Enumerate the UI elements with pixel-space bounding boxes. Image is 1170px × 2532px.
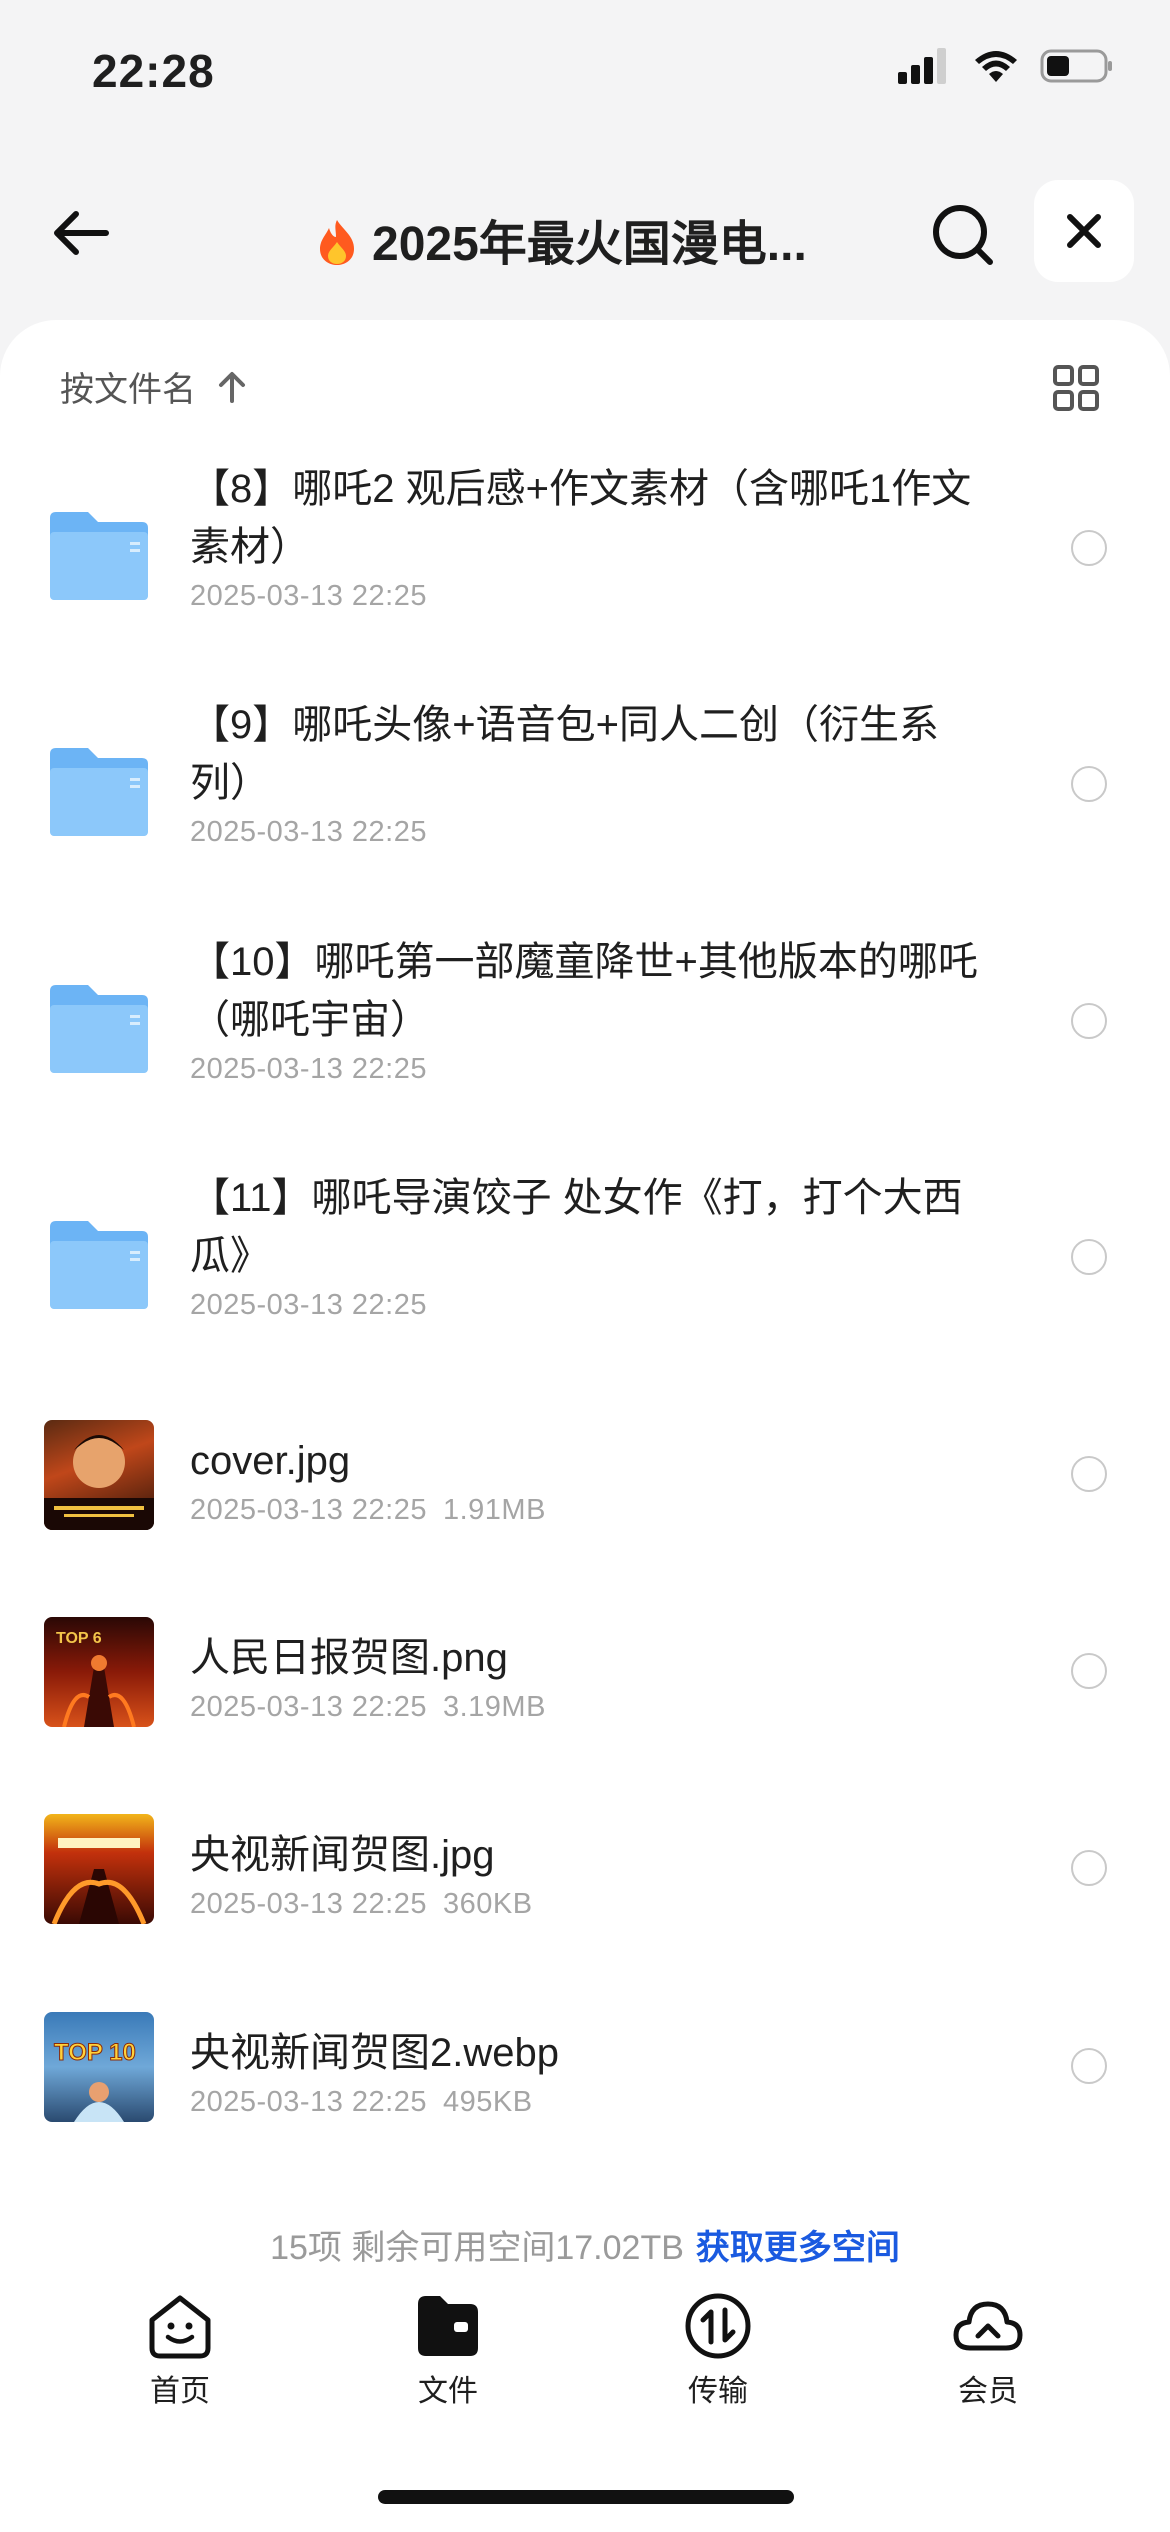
file-size: 1.91MB [442,1494,546,1526]
list-item[interactable]: 【10】哪吒第一部魔童降世+其他版本的哪吒（哪吒宇宙） 2025-03-13 2… [0,933,1170,1163]
select-radio[interactable] [1071,766,1107,802]
image-thumbnail-art: TOP 10 [54,2039,136,2122]
status-bar: 22:28 [0,0,1170,140]
tab-membership[interactable]: 会员 [898,2290,1078,2410]
tab-transfer[interactable]: 传输 [628,2290,808,2410]
status-time: 22:28 [92,45,215,97]
home-indicator [378,2490,794,2504]
file-date: 2025-03-13 22:25 [190,1691,427,1723]
nav-bar: 2025年最火国漫电... [0,170,1170,300]
smile-face-icon [149,2295,211,2359]
battery-icon [1040,49,1112,83]
file-date: 2025-03-13 22:25 [190,580,427,612]
file-name: cover.jpg [190,1439,351,1483]
fire-icon [320,220,354,265]
tab-home[interactable]: 首页 [90,2290,270,2410]
tab-label: 文件 [418,2375,478,2408]
select-radio[interactable] [1071,1456,1107,1492]
select-radio[interactable] [1071,1653,1107,1689]
folder-icon [50,985,148,1073]
image-thumbnail [44,1814,154,1924]
file-size: 3.19MB [442,1691,546,1723]
select-radio[interactable] [1071,1003,1107,1039]
file-date: 2025-03-13 22:25 [190,1888,427,1920]
file-name: 央视新闻贺图.jpg [190,1833,495,1877]
close-button[interactable] [1034,180,1134,282]
tab-bar: 首页 文件 传输 会员 [0,2280,1170,2480]
search-icon [933,205,993,265]
file-name: 【11】哪吒导演饺子 处女作《打，打个大西瓜》 [190,1176,963,1278]
grid-view-button[interactable] [1052,364,1100,412]
file-meta: 2025-03-13 22:25 [190,1289,990,1322]
file-size: 360KB [442,1888,533,1920]
page-title-text: 2025年最火国漫电... [372,218,807,271]
image-thumbnail [44,1420,154,1530]
image-thumbnail: TOP 6 [44,1617,154,1727]
thumbnail-text: TOP 10 [54,2039,136,2066]
back-button[interactable] [48,198,118,268]
image-thumbnail-art [51,1838,147,1924]
file-name: 【10】哪吒第一部魔童降世+其他版本的哪吒（哪吒宇宙） [190,940,978,1042]
file-meta: 2025-03-13 22:25 495KB [190,2086,990,2119]
file-date: 2025-03-13 22:25 [190,816,427,848]
list-item[interactable]: cover.jpg 2025-03-13 22:25 1.91MB [0,1420,1170,1580]
file-meta: 2025-03-13 22:25 3.19MB [190,1691,990,1724]
tab-label: 会员 [958,2375,1018,2408]
sort-control[interactable]: 按文件名 [60,362,250,411]
wifi-icon [975,51,1017,82]
image-thumbnail-art [44,1435,154,1530]
list-item[interactable]: 【8】哪吒2 观后感+作文素材（含哪吒1作文素材） 2025-03-13 22:… [0,460,1170,690]
storage-summary: 15项 剩余可用空间17.02TB 获取更多空间 [0,2220,1170,2269]
file-meta: 2025-03-13 22:25 360KB [190,1888,990,1921]
sort-label: 按文件名 [60,371,196,409]
folder-icon [50,1221,148,1309]
image-thumbnail: TOP 10 [44,2012,154,2122]
transfer-icon [685,2293,751,2359]
close-icon [1067,214,1101,248]
file-name: 【9】哪吒头像+语音包+同人二创（衍生系列） [190,703,939,805]
file-meta: 2025-03-13 22:25 [190,816,990,849]
tab-label: 传输 [688,2375,748,2408]
image-thumbnail-art: TOP 6 [56,1630,136,1727]
file-date: 2025-03-13 22:25 [190,1289,427,1321]
folder-icon [50,748,148,836]
file-date: 2025-03-13 22:25 [190,2086,427,2118]
list-item[interactable]: 【11】哪吒导演饺子 处女作《打，打个大西瓜》 2025-03-13 22:25 [0,1169,1170,1399]
thumbnail-text: TOP 6 [56,1630,102,1647]
select-radio[interactable] [1071,530,1107,566]
folder-icon [418,2296,478,2356]
file-name: 【8】哪吒2 观后感+作文素材（含哪吒1作文素材） [190,467,972,569]
sort-ascending-icon [219,371,245,403]
cellular-signal-icon [898,48,946,84]
file-meta: 2025-03-13 22:25 [190,1053,990,1086]
folder-icon [50,512,148,600]
status-icons [898,48,1114,84]
file-name: 人民日报贺图.png [190,1636,508,1680]
file-list-sheet: 按文件名 【8】哪吒2 观后感+作文素材（含哪吒1作文素材） 2025-03-1… [0,320,1170,2532]
file-date: 2025-03-13 22:25 [190,1053,427,1085]
get-more-space-link[interactable]: 获取更多空间 [696,2229,900,2267]
tab-files[interactable]: 文件 [358,2290,538,2410]
file-name: 央视新闻贺图2.webp [190,2031,559,2075]
file-size: 495KB [442,2086,533,2118]
grid-view-icon [1053,365,1099,411]
file-meta: 2025-03-13 22:25 1.91MB [190,1494,990,1527]
back-arrow-icon [54,211,109,255]
cloud-icon [953,2301,1023,2351]
list-item[interactable]: 【9】哪吒头像+语音包+同人二创（衍生系列） 2025-03-13 22:25 [0,696,1170,926]
list-item[interactable]: 央视新闻贺图.jpg 2025-03-13 22:25 360KB [0,1814,1170,1974]
select-radio[interactable] [1071,1850,1107,1886]
storage-summary-text: 15项 剩余可用空间17.02TB [270,2229,684,2267]
tab-label: 首页 [150,2375,210,2408]
list-item[interactable]: TOP 6 人民日报贺图.png 2025-03-13 22:25 3.19MB [0,1617,1170,1777]
file-date: 2025-03-13 22:25 [190,1494,427,1526]
select-radio[interactable] [1071,1239,1107,1275]
select-radio[interactable] [1071,2048,1107,2084]
search-button[interactable] [928,200,998,270]
list-item[interactable]: TOP 10 央视新闻贺图2.webp 2025-03-13 22:25 495K… [0,2012,1170,2172]
file-meta: 2025-03-13 22:25 [190,580,990,613]
page-title: 2025年最火国漫电... [316,204,856,274]
